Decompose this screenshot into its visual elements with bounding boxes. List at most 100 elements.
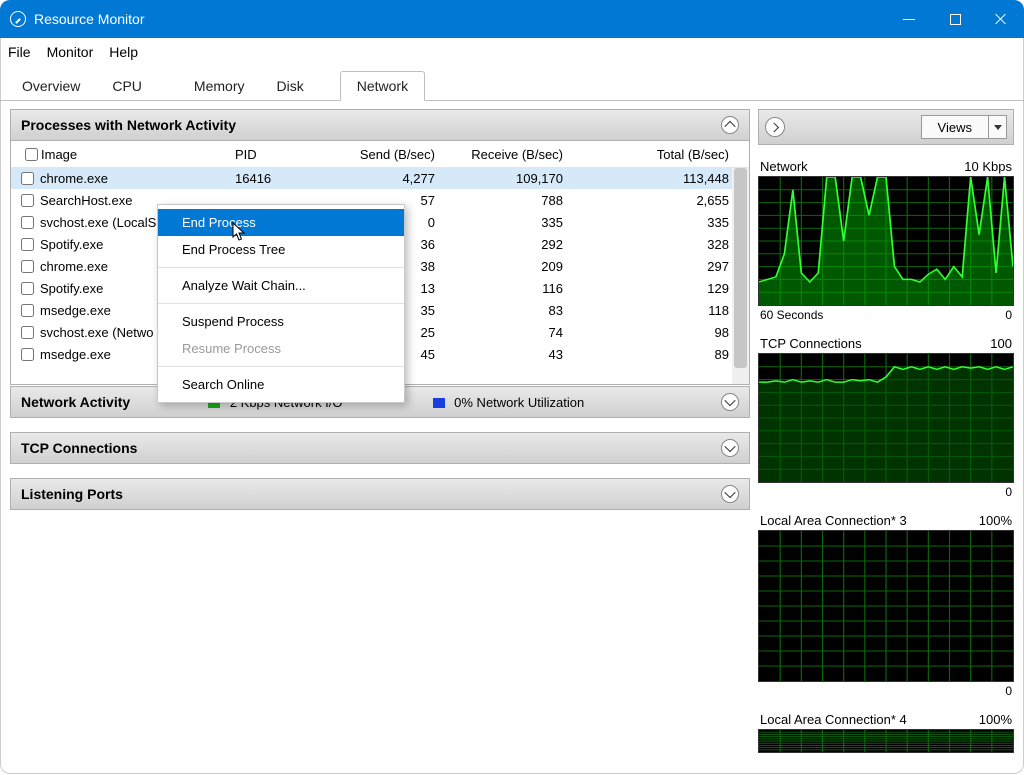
row-checkbox[interactable] bbox=[21, 304, 34, 317]
row-checkbox[interactable] bbox=[21, 282, 34, 295]
chart-title: TCP Connections bbox=[760, 336, 862, 351]
chart-canvas bbox=[758, 353, 1014, 483]
cell-send: 4,277 bbox=[295, 171, 443, 186]
window-title: Resource Monitor bbox=[34, 11, 145, 27]
cell-image: svchost.exe (Netwo bbox=[40, 325, 153, 340]
row-checkbox[interactable] bbox=[21, 348, 34, 361]
listening-ports-header[interactable]: Listening Ports bbox=[10, 478, 750, 510]
cell-image: chrome.exe bbox=[40, 259, 108, 274]
cell-total: 297 bbox=[571, 259, 749, 274]
cell-recv: 292 bbox=[443, 237, 571, 252]
row-checkbox[interactable] bbox=[21, 238, 34, 251]
cell-total: 98 bbox=[571, 325, 749, 340]
row-checkbox[interactable] bbox=[21, 260, 34, 273]
legend-blue-swatch bbox=[433, 398, 445, 408]
chart-canvas bbox=[758, 176, 1014, 306]
chart-block: Local Area Connection* 4 100% bbox=[758, 712, 1014, 753]
table-row[interactable]: chrome.exe164164,277109,170113,448 bbox=[11, 167, 749, 189]
cell-recv: 83 bbox=[443, 303, 571, 318]
scrollbar[interactable] bbox=[732, 168, 749, 384]
chart-footer-right: 0 bbox=[1005, 308, 1012, 322]
context-separator bbox=[158, 303, 404, 304]
network-activity-title: Network Activity bbox=[21, 394, 130, 410]
processes-accordion-header[interactable]: Processes with Network Activity bbox=[10, 109, 750, 141]
chart-max: 10 Kbps bbox=[964, 159, 1012, 174]
col-image[interactable]: Image bbox=[41, 147, 77, 162]
context-item[interactable]: Suspend Process bbox=[158, 308, 404, 335]
minimize-button[interactable] bbox=[886, 0, 932, 38]
col-send[interactable]: Send (B/sec) bbox=[295, 147, 443, 162]
tab-cpu[interactable]: CPU bbox=[96, 72, 158, 100]
menu-file[interactable]: File bbox=[8, 44, 31, 60]
cell-recv: 116 bbox=[443, 281, 571, 296]
collapse-icon[interactable] bbox=[721, 116, 739, 134]
close-button[interactable] bbox=[978, 0, 1024, 38]
cell-image: svchost.exe (LocalS bbox=[40, 215, 156, 230]
context-item[interactable]: Search Online bbox=[158, 371, 404, 398]
header-checkbox[interactable] bbox=[25, 148, 38, 161]
context-separator bbox=[158, 267, 404, 268]
cell-image: msedge.exe bbox=[40, 303, 111, 318]
cell-recv: 335 bbox=[443, 215, 571, 230]
tabstrip: Overview CPU Memory Disk Network bbox=[0, 68, 1024, 100]
app-icon bbox=[10, 11, 26, 27]
chart-canvas bbox=[758, 530, 1014, 682]
chart-title: Local Area Connection* 4 bbox=[760, 712, 907, 727]
tab-memory[interactable]: Memory bbox=[178, 72, 261, 100]
chart-footer-right: 0 bbox=[1005, 684, 1012, 698]
context-item: Resume Process bbox=[158, 335, 404, 362]
context-item[interactable]: End Process Tree bbox=[158, 236, 404, 263]
expand-icon[interactable] bbox=[721, 393, 739, 411]
menu-help[interactable]: Help bbox=[109, 44, 138, 60]
tcp-connections-header[interactable]: TCP Connections bbox=[10, 432, 750, 464]
cell-total: 335 bbox=[571, 215, 749, 230]
cell-image: Spotify.exe bbox=[40, 237, 103, 252]
chart-block: Network10 Kbps60 Seconds0 bbox=[758, 159, 1014, 322]
tab-overview[interactable]: Overview bbox=[6, 72, 96, 100]
chart-block: TCP Connections1000 bbox=[758, 336, 1014, 499]
col-recv[interactable]: Receive (B/sec) bbox=[443, 147, 571, 162]
menubar: File Monitor Help bbox=[0, 38, 1024, 66]
expand-icon[interactable] bbox=[721, 485, 739, 503]
cell-total: 328 bbox=[571, 237, 749, 252]
chevron-down-icon[interactable] bbox=[988, 116, 1006, 138]
chart-block: Local Area Connection* 3 100% 0 bbox=[758, 513, 1014, 698]
col-total[interactable]: Total (B/sec) bbox=[571, 147, 749, 162]
expand-icon[interactable] bbox=[721, 439, 739, 457]
tab-disk[interactable]: Disk bbox=[260, 72, 319, 100]
chart-max: 100% bbox=[979, 712, 1012, 727]
processes-title: Processes with Network Activity bbox=[21, 117, 236, 133]
cell-pid: 16416 bbox=[235, 171, 295, 186]
row-checkbox[interactable] bbox=[21, 194, 34, 207]
cell-recv: 74 bbox=[443, 325, 571, 340]
row-checkbox[interactable] bbox=[21, 216, 34, 229]
row-checkbox[interactable] bbox=[21, 326, 34, 339]
titlebar[interactable]: Resource Monitor bbox=[0, 0, 1024, 38]
row-checkbox[interactable] bbox=[21, 172, 34, 185]
charts-toolbar: Views bbox=[758, 109, 1014, 145]
cell-recv: 788 bbox=[443, 193, 571, 208]
tcp-title: TCP Connections bbox=[21, 440, 137, 456]
chart-canvas bbox=[758, 729, 1014, 753]
context-menu: End ProcessEnd Process Tree Analyze Wait … bbox=[157, 204, 405, 403]
chart-max: 100% bbox=[979, 513, 1012, 528]
cell-recv: 209 bbox=[443, 259, 571, 274]
column-headers: Image PID Send (B/sec) Receive (B/sec) T… bbox=[11, 141, 749, 167]
maximize-button[interactable] bbox=[932, 0, 978, 38]
col-pid[interactable]: PID bbox=[235, 147, 295, 162]
legend-util: 0% Network Utilization bbox=[454, 395, 584, 410]
cell-recv: 43 bbox=[443, 347, 571, 362]
ports-title: Listening Ports bbox=[21, 486, 123, 502]
charts-collapse-button[interactable] bbox=[765, 117, 785, 137]
cell-total: 129 bbox=[571, 281, 749, 296]
tab-network[interactable]: Network bbox=[340, 71, 425, 101]
context-item[interactable]: Analyze Wait Chain... bbox=[158, 272, 404, 299]
scrollbar-thumb[interactable] bbox=[734, 168, 747, 368]
context-item[interactable]: End Process bbox=[158, 209, 404, 236]
chart-footer-left: 60 Seconds bbox=[760, 308, 823, 322]
views-button[interactable]: Views bbox=[921, 115, 1007, 139]
chart-max: 100 bbox=[990, 336, 1012, 351]
menu-monitor[interactable]: Monitor bbox=[47, 44, 94, 60]
chart-title: Local Area Connection* 3 bbox=[760, 513, 907, 528]
cell-image: msedge.exe bbox=[40, 347, 111, 362]
